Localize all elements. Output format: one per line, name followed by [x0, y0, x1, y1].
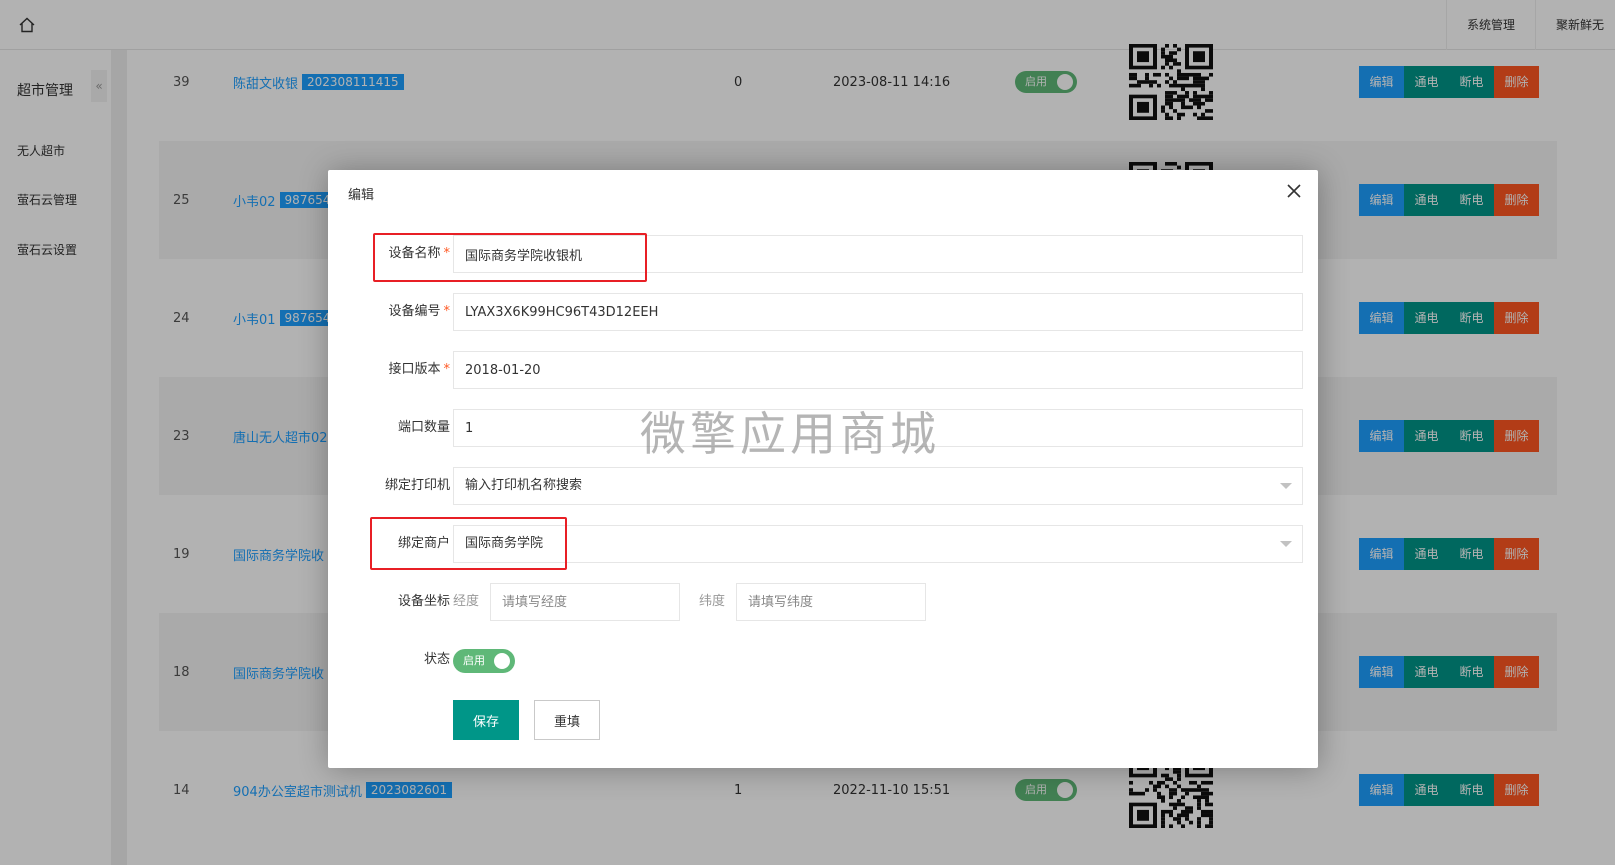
api-version-input[interactable] — [453, 351, 1303, 389]
row-status: 状态 启用 — [328, 641, 1318, 679]
toggle-knob — [494, 653, 510, 669]
modal-title: 编辑 — [348, 188, 375, 203]
printer-chevron-down-icon — [1280, 483, 1292, 489]
reset-button[interactable]: 重填 — [534, 700, 600, 740]
label-longitude: 经度 — [453, 594, 480, 609]
close-icon[interactable] — [1286, 183, 1302, 199]
label-status: 状态 — [423, 652, 450, 667]
device-sn-input[interactable] — [453, 293, 1303, 331]
row-device-name: 设备名称 * — [328, 235, 1318, 273]
row-port-count: 端口数量 — [328, 409, 1318, 447]
save-button[interactable]: 保存 — [453, 700, 519, 740]
label-latitude: 纬度 — [699, 594, 726, 609]
label-api-version: 接口版本 * — [388, 362, 450, 377]
printer-select[interactable]: 输入打印机名称搜索 — [453, 467, 1303, 505]
port-count-input[interactable] — [453, 409, 1303, 447]
edit-modal: 编辑 设备名称* 设备编号* 接口版本* 端口数量 绑定打印机 输入打印机名称搜… — [328, 170, 1318, 768]
device-name-input[interactable] — [453, 235, 1303, 273]
merchant-select[interactable]: 国际商务学院 — [453, 525, 1303, 563]
row-merchant: 绑定商户 国际商务学院 — [328, 525, 1318, 563]
row-coords: 设备坐标 经度 纬度 — [328, 583, 1318, 621]
latitude-input[interactable] — [736, 583, 926, 621]
status-toggle[interactable]: 启用 — [453, 649, 515, 673]
label-port-count: 端口数量 — [397, 420, 450, 435]
longitude-input[interactable] — [490, 583, 680, 621]
label-coords: 设备坐标 — [397, 594, 450, 609]
row-device-sn: 设备编号 * — [328, 293, 1318, 331]
label-device-name: 设备名称 * — [388, 246, 450, 261]
label-merchant: 绑定商户 — [397, 536, 450, 551]
row-api-version: 接口版本 * — [328, 351, 1318, 389]
merchant-chevron-down-icon — [1280, 541, 1292, 547]
status-toggle-label: 启用 — [463, 654, 485, 667]
row-printer: 绑定打印机 输入打印机名称搜索 — [328, 467, 1318, 505]
label-printer: 绑定打印机 — [384, 478, 450, 493]
label-device-sn: 设备编号 * — [388, 304, 450, 319]
